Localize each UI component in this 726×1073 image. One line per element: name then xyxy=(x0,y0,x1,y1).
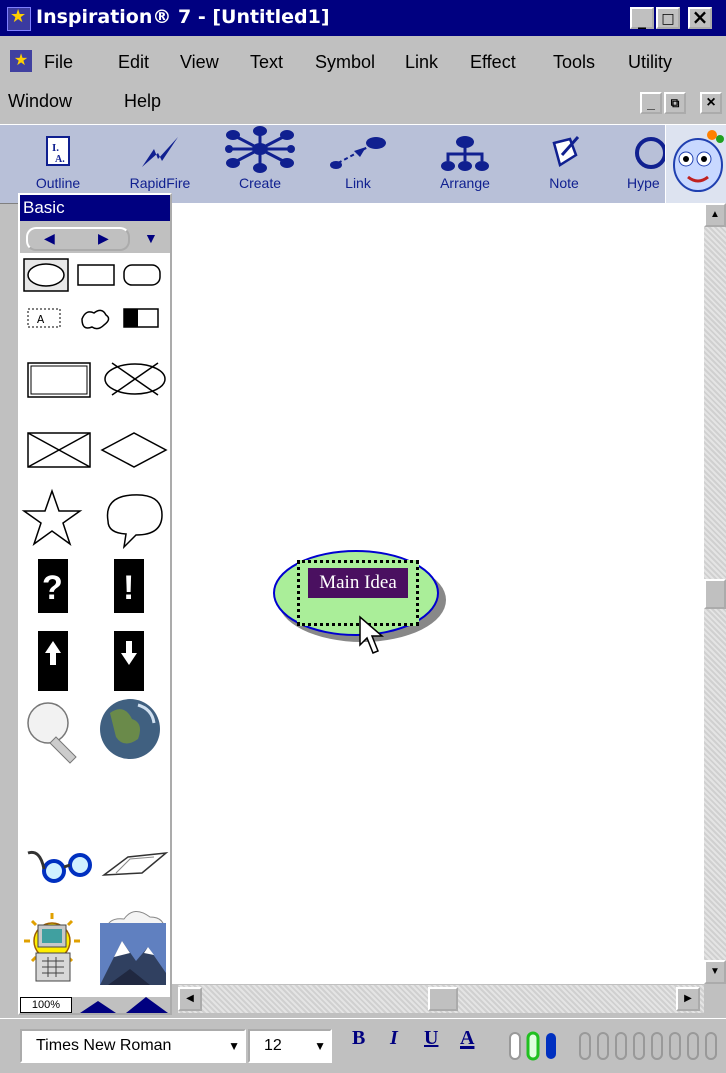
doc-minimize-button[interactable]: _ xyxy=(640,92,662,114)
menu-file[interactable]: File xyxy=(44,52,73,73)
main-idea-text[interactable]: Main Idea xyxy=(308,568,408,598)
palette-menu-button[interactable]: ▼ xyxy=(144,230,158,246)
outline-tool[interactable]: I. A. Outline xyxy=(30,125,86,201)
link-label: Link xyxy=(345,175,371,191)
rapidfire-tool[interactable]: RapidFire xyxy=(120,125,200,201)
scroll-down-button[interactable]: ▼ xyxy=(704,960,726,984)
note-label: Note xyxy=(549,175,579,191)
font-size-value: 12 xyxy=(264,1037,282,1054)
arrange-tool[interactable]: Arrange xyxy=(425,125,505,201)
arrange-icon xyxy=(441,136,489,171)
assistant-mascot[interactable] xyxy=(665,125,726,203)
svg-text:!: ! xyxy=(123,569,134,607)
menu-symbol[interactable]: Symbol xyxy=(315,52,375,73)
chevron-down-icon: ▼ xyxy=(314,1039,326,1053)
hype-tool[interactable]: Hype xyxy=(625,125,665,201)
menu-edit[interactable]: Edit xyxy=(118,52,149,73)
svg-text:A: A xyxy=(37,313,45,327)
link-icon xyxy=(330,137,386,169)
arrange-label: Arrange xyxy=(440,175,490,191)
format-bar: Times New Roman ▼ 12 ▼ B I U A xyxy=(0,1018,726,1073)
italic-button[interactable]: I xyxy=(390,1027,398,1050)
svg-text:A.: A. xyxy=(55,154,65,165)
palette-symbols: A ? ! xyxy=(20,253,170,997)
zoom-slider-icon[interactable] xyxy=(76,997,170,1013)
scroll-left-button[interactable]: ◀ xyxy=(178,987,202,1011)
mouse-cursor-icon xyxy=(359,615,385,654)
menu-help[interactable]: Help xyxy=(124,91,161,112)
palette-nav: ◀ ▶ ▼ xyxy=(26,227,166,251)
menu-link[interactable]: Link xyxy=(405,52,438,73)
font-size-select[interactable]: 12 ▼ xyxy=(248,1029,332,1063)
font-family-select[interactable]: Times New Roman ▼ xyxy=(20,1029,246,1063)
scroll-up-button[interactable]: ▲ xyxy=(704,203,726,227)
bold-button[interactable]: B xyxy=(352,1027,365,1050)
mascot-icon xyxy=(673,130,724,192)
minimize-button[interactable]: _ xyxy=(630,7,654,29)
create-icon xyxy=(225,126,295,173)
title-bar: ★ Inspiration® 7 - [Untitled1] _ □ × xyxy=(0,0,726,36)
rapidfire-label: RapidFire xyxy=(129,175,191,191)
palette-title[interactable]: Basic xyxy=(20,195,170,221)
palette-next-button[interactable]: ▶ xyxy=(98,230,109,247)
app-icon[interactable]: ★ xyxy=(7,6,31,31)
menu-window[interactable]: Window xyxy=(8,91,72,112)
line-style-swatches[interactable] xyxy=(506,1029,726,1063)
symbol-palette: Basic ◀ ▶ ▼ A ? ! 100% xyxy=(18,193,172,1015)
scroll-corner xyxy=(704,985,726,1015)
document-icon[interactable]: ★ xyxy=(10,50,32,72)
close-button[interactable]: × xyxy=(688,7,712,29)
underline-button[interactable]: U xyxy=(424,1027,438,1050)
maximize-button[interactable]: □ xyxy=(656,7,680,29)
note-icon xyxy=(552,136,580,167)
menu-bar: ★ File Edit View Text Symbol Link Effect… xyxy=(0,36,726,124)
create-tool[interactable]: Create xyxy=(220,125,300,201)
rapidfire-icon xyxy=(142,137,178,167)
menu-text[interactable]: Text xyxy=(250,52,283,73)
mountain-symbol[interactable] xyxy=(100,923,166,985)
diagram-canvas[interactable]: Main Idea xyxy=(172,203,704,984)
scroll-right-button[interactable]: ▶ xyxy=(676,987,700,1011)
horizontal-scroll-thumb[interactable] xyxy=(428,987,458,1011)
hype-label: Hype xyxy=(627,175,660,191)
symbol-grid: A ? ! xyxy=(21,258,169,969)
link-tool[interactable]: Link xyxy=(325,125,391,201)
vertical-scroll-thumb[interactable] xyxy=(704,579,726,609)
hyperlink-icon xyxy=(635,137,665,169)
menu-utility[interactable]: Utility xyxy=(628,52,672,73)
outline-label: Outline xyxy=(35,175,81,191)
doc-restore-button[interactable]: ⧉ xyxy=(664,92,686,114)
window-title: Inspiration® 7 - [Untitled1] xyxy=(36,6,330,28)
horizontal-scrollbar[interactable]: ◀ ▶ xyxy=(178,985,704,1013)
svg-text:?: ? xyxy=(42,569,63,607)
palette-footer: 100% xyxy=(20,997,170,1013)
toolbar: I. A. Outline RapidFire Create Link Arran… xyxy=(0,124,726,204)
palette-prev-button[interactable]: ◀ xyxy=(44,230,55,247)
text-color-button[interactable]: A xyxy=(460,1027,474,1050)
doc-close-button[interactable]: × xyxy=(700,92,722,114)
font-family-value: Times New Roman xyxy=(36,1037,172,1054)
outline-icon: I.A. xyxy=(46,136,70,166)
menu-effect[interactable]: Effect xyxy=(470,52,516,73)
note-tool[interactable]: Note xyxy=(536,125,592,201)
svg-text:I.: I. xyxy=(52,142,59,154)
vertical-scrollbar[interactable]: ▲ ▼ xyxy=(704,203,726,984)
menu-tools[interactable]: Tools xyxy=(553,52,595,73)
menu-view[interactable]: View xyxy=(180,52,219,73)
computer-symbol[interactable] xyxy=(34,923,74,983)
chevron-down-icon: ▼ xyxy=(228,1039,240,1053)
create-label: Create xyxy=(238,175,282,191)
zoom-level[interactable]: 100% xyxy=(20,997,72,1013)
palette-nav-pill xyxy=(26,227,130,251)
